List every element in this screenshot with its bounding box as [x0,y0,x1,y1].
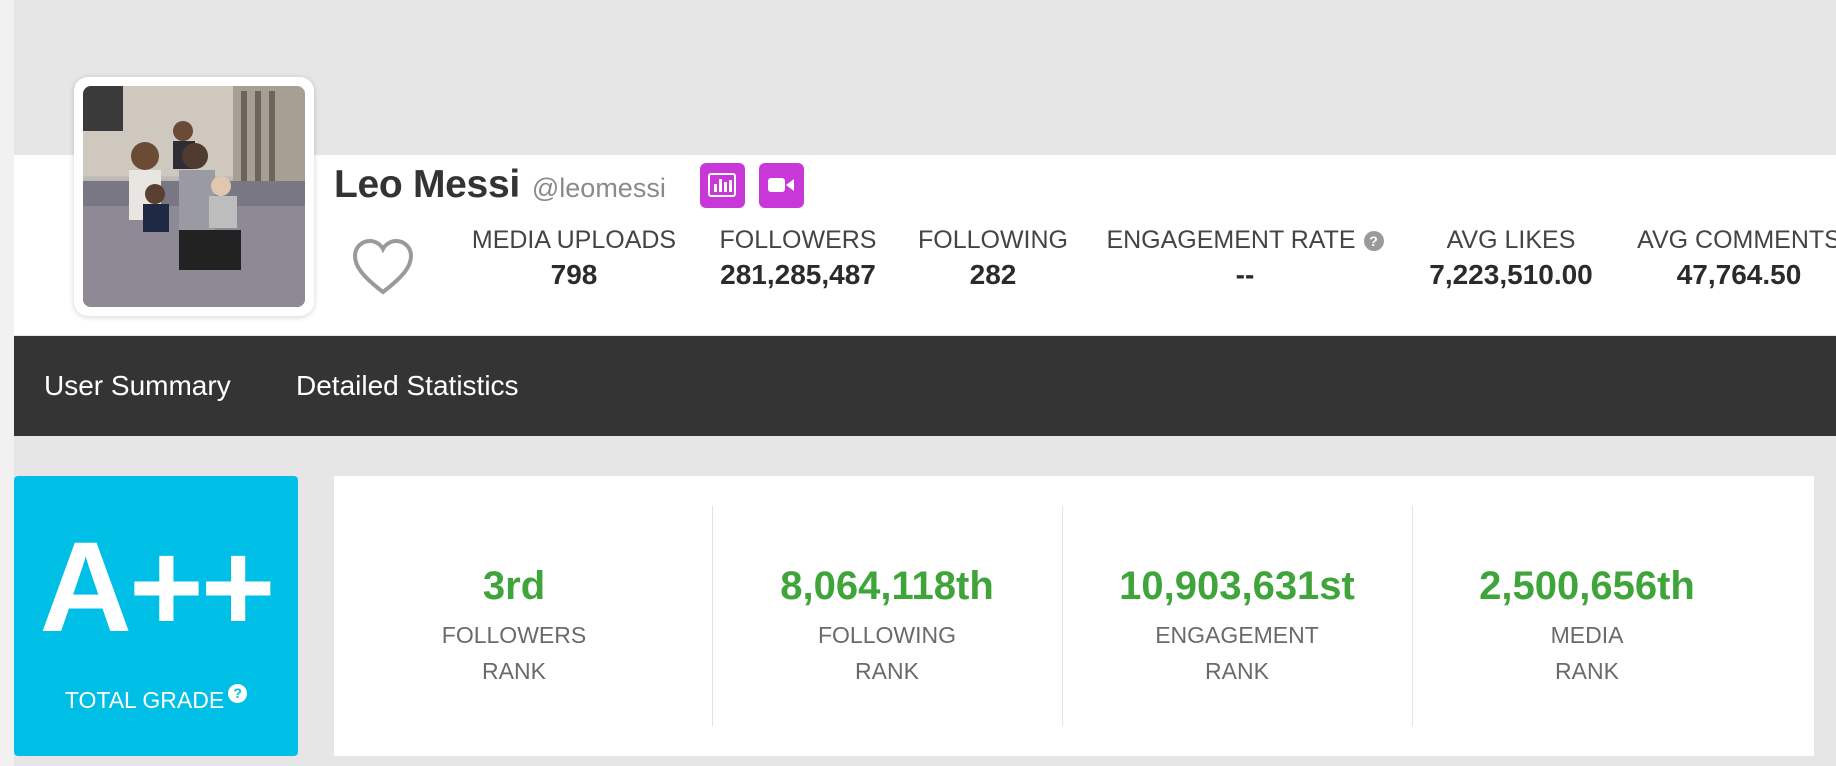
rank-label-line: MEDIA [1550,622,1624,648]
stats-button[interactable] [699,162,745,208]
stat-value: 798 [550,259,598,290]
stat-value: 47,764.50 [1676,259,1802,290]
rank-label: FOLLOWING RANK [712,617,1062,689]
bar-chart-icon [708,173,737,197]
avatar-photo [83,86,305,307]
profile-page: Leo Messi @leomessi MEDIA UPLOADS 798 FO… [0,0,1836,766]
stat-value: 282 [969,259,1017,290]
rank-engagement: 10,903,631st ENGAGEMENT RANK [1062,564,1412,689]
rank-label: ENGAGEMENT RANK [1062,617,1412,689]
stat-label: FOLLOWING [917,226,1068,254]
rank-value: 3rd [482,564,546,608]
total-grade-card: A++ TOTAL GRADE? [14,476,298,756]
avatar[interactable] [74,77,314,316]
video-button[interactable] [758,162,804,208]
rank-followers: 3rd FOLLOWERS RANK [364,564,664,689]
video-camera-icon [768,178,795,192]
heart-icon [352,238,414,295]
stat-engagement-rate: ENGAGEMENT RATE? -- [1100,226,1390,291]
tab-nav: User Summary Detailed Statistics [14,336,1836,436]
stat-label: AVG LIKES [1446,226,1576,254]
profile-name: Leo Messi [334,163,520,206]
stat-label: FOLLOWERS [719,226,877,254]
stat-avg-comments: AVG COMMENTS 47,764.50 [1634,226,1836,291]
stat-label-text: ENGAGEMENT RATE [1106,226,1356,254]
tab-user-summary[interactable]: User Summary [44,370,231,402]
grade-label: TOTAL GRADE [64,687,225,713]
stat-following: FOLLOWING 282 [914,226,1072,291]
rank-label-line: RANK [855,658,919,684]
stat-label: ENGAGEMENT RATE? [1100,226,1390,255]
rank-label-line: FOLLOWING [817,622,956,648]
stat-value: 281,285,487 [720,259,876,290]
rank-label-line: RANK [482,658,546,684]
rank-media: 2,500,656th MEDIA RANK [1412,564,1762,689]
rank-label-line: RANK [1555,658,1619,684]
grade-value: A++ [39,516,276,659]
stat-label: MEDIA UPLOADS [471,226,677,254]
rank-value: 10,903,631st [1119,564,1355,608]
rank-label-line: RANK [1205,658,1269,684]
question-icon[interactable]: ? [1363,231,1384,251]
rank-label: MEDIA RANK [1412,617,1762,689]
stat-value: 7,223,510.00 [1429,259,1593,290]
tab-detailed-statistics[interactable]: Detailed Statistics [296,370,519,402]
question-icon[interactable]: ? [228,684,248,703]
rank-label-line: ENGAGEMENT [1155,622,1319,648]
ranks-panel: 3rd FOLLOWERS RANK 8,064,118th FOLLOWING… [334,476,1814,756]
rank-value: 8,064,118th [780,564,994,608]
rank-following: 8,064,118th FOLLOWING RANK [712,564,1062,689]
stat-label: AVG COMMENTS [1637,226,1836,254]
favorite-button[interactable] [352,238,414,296]
rank-label-line: FOLLOWERS [441,622,587,648]
grade-label-row: TOTAL GRADE? [14,684,298,714]
profile-handle[interactable]: @leomessi [532,173,666,204]
stat-media-uploads: MEDIA UPLOADS 798 [470,226,678,291]
rank-label: FOLLOWERS RANK [364,617,664,689]
stat-value: -- [1235,259,1255,290]
left-edge [0,0,14,766]
profile-name-row: Leo Messi @leomessi [334,160,804,210]
stat-followers: FOLLOWERS 281,285,487 [710,226,886,291]
rank-value: 2,500,656th [1479,564,1695,608]
stat-avg-likes: AVG LIKES 7,223,510.00 [1416,226,1606,291]
